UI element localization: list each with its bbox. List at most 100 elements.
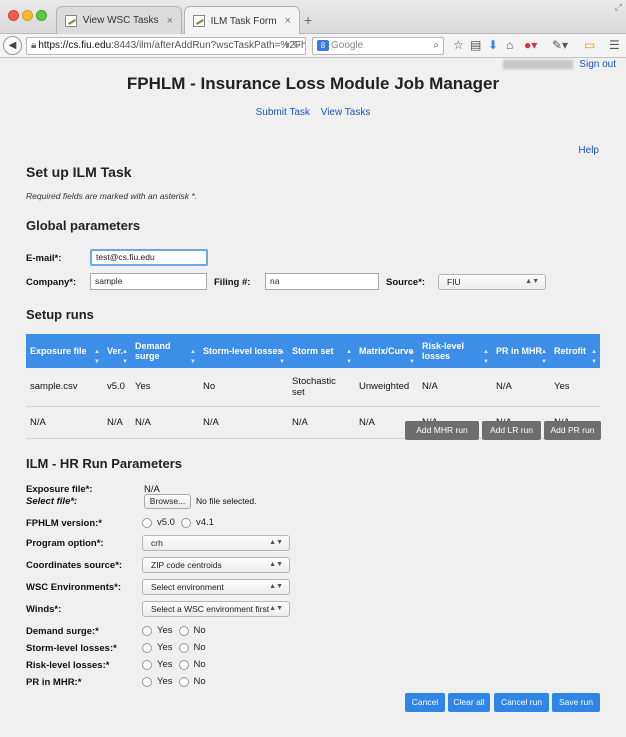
version-option-v50[interactable]: v5.0 bbox=[142, 517, 175, 528]
table-cell: N/A bbox=[496, 381, 512, 393]
cancel-button[interactable]: Cancel bbox=[405, 693, 445, 712]
sort-icon: ▲ ▼ bbox=[190, 349, 196, 365]
version-option-v41[interactable]: v4.1 bbox=[180, 517, 214, 528]
bookmark-star-icon[interactable]: ☆ bbox=[453, 38, 464, 52]
radio-circle-icon bbox=[178, 676, 189, 687]
signout-link[interactable]: Sign out bbox=[579, 59, 616, 70]
company-field[interactable]: sample bbox=[90, 273, 207, 290]
no-file-text: No file selected. bbox=[196, 496, 257, 506]
browse-button[interactable]: Browse... bbox=[144, 494, 191, 509]
save-run-button[interactable]: Save run bbox=[552, 693, 600, 712]
column-header[interactable]: PR in MHR ▲ ▼ bbox=[492, 334, 550, 368]
select-arrows-icon: ▲▼ bbox=[269, 539, 283, 546]
add-mhr-run-button[interactable]: Add MHR run bbox=[405, 421, 479, 440]
view-tasks-link[interactable]: View Tasks bbox=[321, 107, 371, 118]
table-cell: Stochastic set bbox=[292, 375, 336, 398]
radio-circle-icon bbox=[142, 517, 152, 528]
table-cell: Yes bbox=[554, 381, 570, 393]
zoom-window-button[interactable] bbox=[36, 10, 47, 21]
demand-radio-group: Yes No bbox=[142, 625, 212, 636]
pr-no-option[interactable]: No bbox=[178, 676, 206, 687]
winds-label: Winds*: bbox=[26, 604, 62, 615]
tab-close-icon[interactable]: × bbox=[167, 15, 173, 27]
risk-no-option[interactable]: No bbox=[178, 659, 206, 670]
table-cell: N/A bbox=[135, 416, 151, 428]
filing-label: Filing #: bbox=[214, 277, 251, 288]
help-link[interactable]: Help bbox=[578, 145, 599, 156]
cancel-run-button[interactable]: Cancel run bbox=[494, 693, 549, 712]
tab-ilm-task-form[interactable]: ILM Task Form × bbox=[184, 6, 300, 35]
submit-task-link[interactable]: Submit Task bbox=[256, 107, 310, 118]
demand-no-option[interactable]: No bbox=[178, 625, 206, 636]
risk-label: Risk-level losses:* bbox=[26, 660, 110, 671]
pr-label: PR in MHR:* bbox=[26, 677, 82, 688]
fullscreen-arrows-icon[interactable]: ⤢ bbox=[615, 2, 622, 13]
table-row[interactable]: sample.csv v5.0 Yes No Stochastic set Un… bbox=[26, 368, 600, 406]
tab-title: View WSC Tasks bbox=[82, 15, 159, 26]
table-header-row: Exposure file ▲ ▼ Ver. ▲ ▼ Demand surge ▲ ▼ St… bbox=[26, 334, 600, 368]
select-arrows-icon: ▲▼ bbox=[525, 278, 539, 285]
top-nav: Submit Task View Tasks bbox=[0, 107, 626, 118]
url-host: https://cs.fiu.edu bbox=[38, 40, 112, 51]
image-favicon-icon bbox=[193, 15, 205, 27]
table-cell: N/A bbox=[30, 416, 46, 428]
radio-circle-icon bbox=[142, 659, 152, 670]
table-cell: No bbox=[203, 381, 216, 393]
search-engine-label: Google bbox=[331, 40, 364, 51]
tab-close-icon[interactable]: × bbox=[285, 15, 291, 27]
reload-icon[interactable]: ▾ ↻ bbox=[285, 38, 301, 54]
url-bar[interactable]: 🔒︎ https://cs.fiu.edu:8443/ilm/afterAddRu… bbox=[26, 37, 306, 55]
back-button[interactable]: ◀ bbox=[3, 36, 22, 55]
tab-view-wsc-tasks[interactable]: View WSC Tasks × bbox=[56, 6, 182, 34]
source-select[interactable]: FIU ▲▼ bbox=[438, 274, 546, 290]
program-select[interactable]: crh ▲▼ bbox=[142, 535, 290, 551]
search-icon[interactable]: ⌕ bbox=[433, 38, 439, 54]
column-header[interactable]: Exposure file ▲ ▼ bbox=[26, 334, 103, 368]
minimize-window-button[interactable] bbox=[22, 10, 33, 21]
add-lr-run-button[interactable]: Add LR run bbox=[482, 421, 541, 440]
coords-label: Coordinates source*: bbox=[26, 560, 123, 571]
email-label: E-mail*: bbox=[26, 253, 62, 264]
table-cell: Unweighted bbox=[359, 381, 410, 393]
sort-icon: ▲ ▼ bbox=[279, 349, 285, 365]
risk-yes-option[interactable]: Yes bbox=[142, 659, 173, 670]
user-bar: Sign out bbox=[502, 59, 616, 70]
pen-tool-icon[interactable]: ✎▾ bbox=[552, 38, 568, 52]
demand-yes-option[interactable]: Yes bbox=[142, 625, 173, 636]
reading-list-icon[interactable]: ▤ bbox=[470, 38, 481, 52]
wsc-select[interactable]: Select environment ▲▼ bbox=[142, 579, 290, 595]
clear-all-button[interactable]: Clear all bbox=[448, 693, 490, 712]
wsc-label: WSC Environments*: bbox=[26, 582, 122, 593]
column-header[interactable]: Matrix/Curve ▲ ▼ bbox=[355, 334, 418, 368]
source-value: FIU bbox=[447, 277, 461, 287]
close-window-button[interactable] bbox=[8, 10, 19, 21]
select-file-label: Select file*: bbox=[26, 496, 78, 507]
column-header[interactable]: Storm-level losses ▲ ▼ bbox=[199, 334, 288, 368]
table-cell: N/A bbox=[292, 416, 308, 428]
downloads-icon[interactable]: ⬇ bbox=[488, 38, 498, 52]
storm-yes-option[interactable]: Yes bbox=[142, 642, 173, 653]
new-tab-button[interactable]: + bbox=[304, 12, 312, 28]
global-params-title: Global parameters bbox=[26, 218, 141, 233]
menu-icon[interactable]: ☰ bbox=[609, 38, 620, 52]
add-pr-run-button[interactable]: Add PR run bbox=[544, 421, 601, 440]
filing-field[interactable]: na bbox=[265, 273, 379, 290]
email-field[interactable]: test@cs.fiu.edu bbox=[90, 249, 208, 266]
coords-select[interactable]: ZIP code centroids ▲▼ bbox=[142, 557, 290, 573]
extension-icon[interactable]: ▭ bbox=[584, 38, 595, 52]
column-header[interactable]: Demand surge ▲ ▼ bbox=[131, 334, 199, 368]
column-header[interactable]: Risk-level losses ▲ ▼ bbox=[418, 334, 492, 368]
radio-circle-icon bbox=[142, 676, 152, 687]
search-bar[interactable]: 8 Google ⌕ bbox=[312, 37, 444, 55]
column-header[interactable]: Retrofit ▲ ▼ bbox=[550, 334, 600, 368]
home-icon[interactable]: ⌂ bbox=[506, 38, 513, 52]
search-engine-icon[interactable]: 8 bbox=[317, 40, 329, 51]
adblock-icon[interactable]: ●▾ bbox=[524, 38, 537, 52]
sort-icon: ▲ ▼ bbox=[591, 349, 597, 365]
storm-no-option[interactable]: No bbox=[178, 642, 206, 653]
winds-select[interactable]: Select a WSC environment first ▲▼ bbox=[142, 601, 290, 617]
pr-yes-option[interactable]: Yes bbox=[142, 676, 173, 687]
column-header[interactable]: Storm set ▲ ▼ bbox=[288, 334, 355, 368]
column-header[interactable]: Ver. ▲ ▼ bbox=[103, 334, 131, 368]
radio-circle-icon bbox=[142, 625, 152, 636]
